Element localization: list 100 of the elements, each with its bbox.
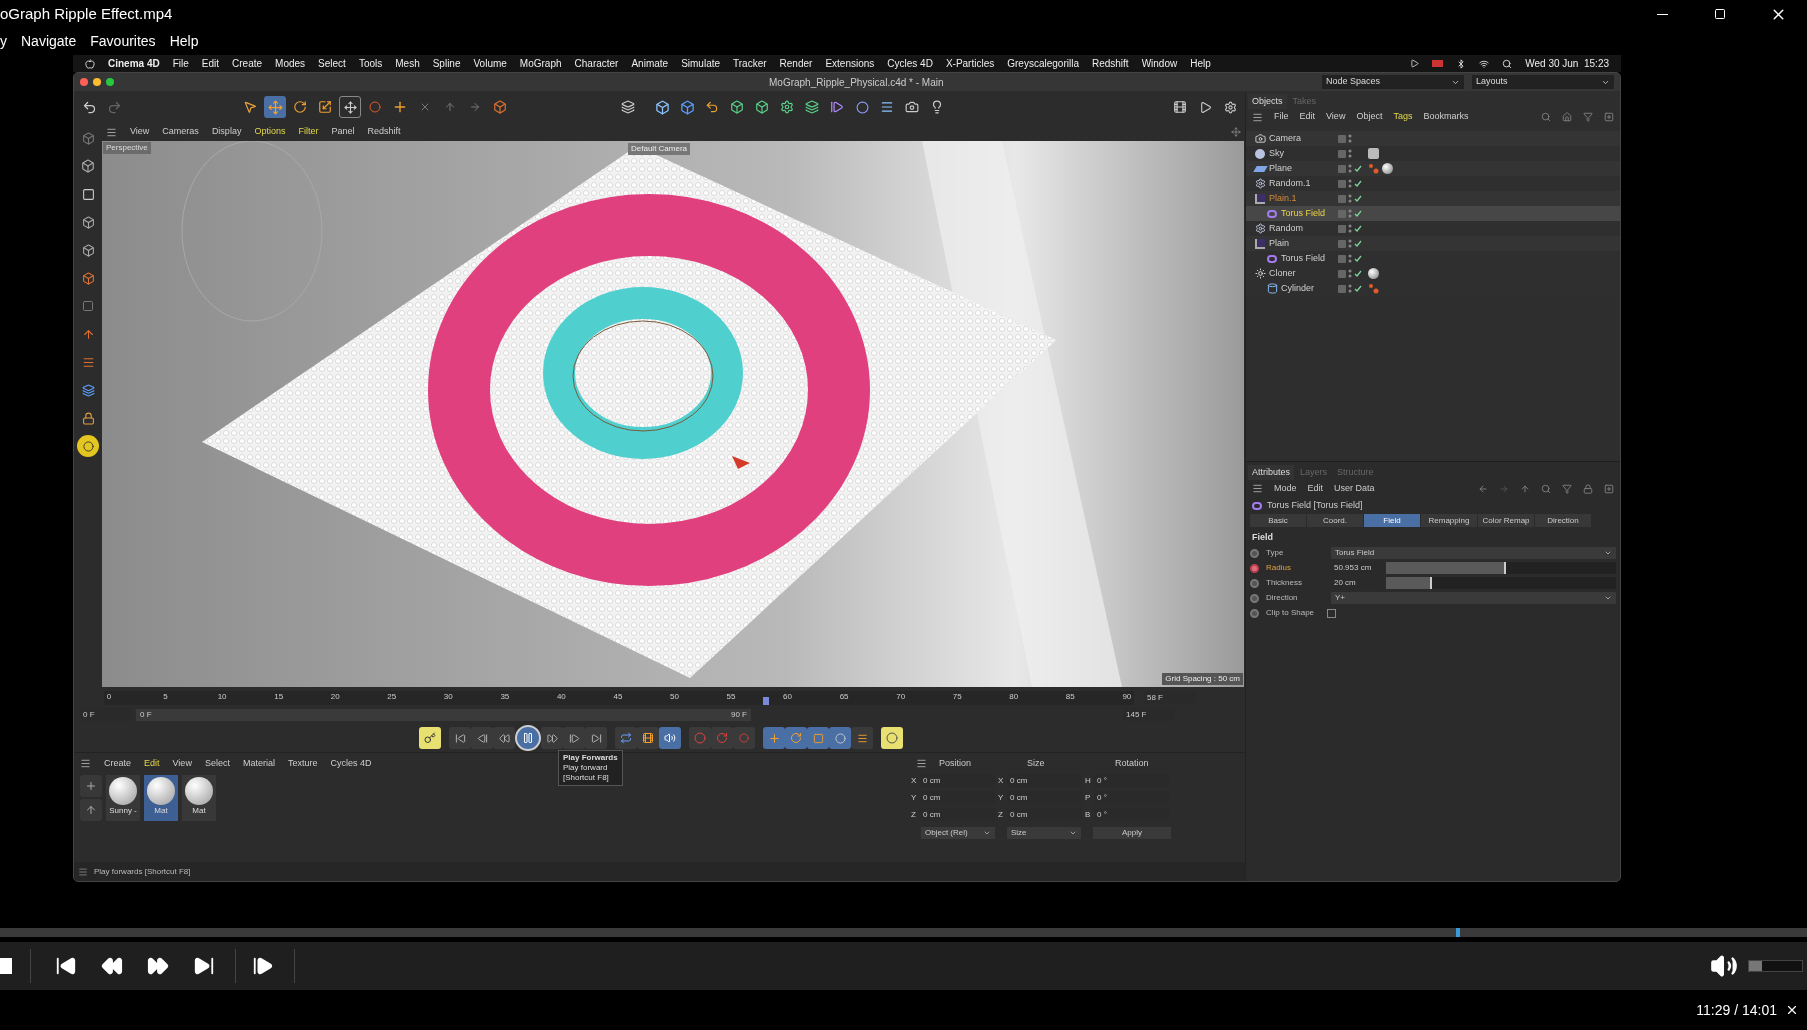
menu-item[interactable]: Tracker	[733, 56, 767, 71]
menu-item[interactable]: Tools	[358, 56, 383, 71]
panel-tab[interactable]: Attributes	[1248, 465, 1295, 480]
time-display: 11:29 / 14:01	[1696, 1000, 1777, 1020]
parameter-dropdown[interactable]: Y+	[1331, 592, 1616, 604]
attribute-tab[interactable]: Remapping	[1421, 514, 1477, 527]
menu-item[interactable]: X-Particles	[945, 56, 995, 71]
tick-label: 65	[839, 690, 850, 703]
menu-item[interactable]: Cycles 4D	[330, 757, 372, 771]
app-menu[interactable]: Cinema 4D	[108, 56, 160, 71]
size-mode-dropdown[interactable]: Size	[1007, 826, 1081, 839]
menu-item[interactable]: Options	[254, 125, 286, 139]
menu-item[interactable]: Redshift	[1091, 56, 1129, 71]
menu-item[interactable]: Tags	[1393, 110, 1413, 124]
menu-item[interactable]: Spline	[432, 56, 461, 71]
tick-label: 55	[726, 690, 736, 703]
menu-item[interactable]: Simulate	[681, 56, 721, 71]
parameter-label: Type	[1265, 547, 1285, 559]
object-row[interactable]: Camera	[1246, 131, 1620, 146]
tick-label: 35	[499, 690, 510, 703]
document-title: MoGraph_Ripple_Physical.c4d * - Main	[769, 75, 944, 90]
column-header: Size	[1026, 757, 1046, 770]
column-header: Position	[938, 757, 973, 770]
menu-item[interactable]: View	[1326, 110, 1346, 124]
menu-item[interactable]: Volume	[473, 56, 507, 71]
material-swatch[interactable]: Mat	[144, 774, 178, 821]
menu-item[interactable]: Modes	[275, 56, 306, 71]
menu-item[interactable]: Display	[211, 125, 242, 139]
status-text: Play forwards [Shortcut F8]	[94, 865, 191, 878]
attribute-tab[interactable]: Coord.	[1307, 514, 1363, 527]
menu-item[interactable]: View	[130, 125, 150, 139]
menu-item[interactable]: Extensions	[825, 56, 875, 71]
object-name: Torus Field	[1281, 206, 1325, 220]
menu-item[interactable]: Help	[169, 31, 199, 52]
menu-item[interactable]: Mesh	[395, 56, 420, 71]
menu-item[interactable]: Cameras	[162, 125, 199, 139]
menu-item[interactable]: Edit	[1307, 481, 1324, 496]
menu-item[interactable]: Edit	[144, 757, 160, 771]
section-title: Field	[1251, 531, 1274, 544]
menu-item[interactable]: MoGraph	[519, 56, 562, 71]
menu-item[interactable]: Bookmarks	[1423, 110, 1469, 124]
object-name: Torus Field	[1281, 251, 1325, 265]
coordinate-mode-dropdown[interactable]: Object (Rel)	[921, 826, 995, 839]
attribute-tab[interactable]: Direction	[1535, 514, 1591, 527]
menu-item[interactable]: Character	[574, 56, 619, 71]
menu-item[interactable]: Object	[1356, 110, 1383, 124]
node-spaces-dropdown[interactable]: Node Spaces	[1322, 75, 1464, 89]
object-name: Sky	[1269, 146, 1284, 160]
menu-item[interactable]: Favourites	[90, 31, 156, 52]
timeline-ruler[interactable]: 0 5 10 15 20 25 30 35 40 45 50 55 60 65 70 75 80 85 90	[104, 690, 1134, 705]
menu-item[interactable]: Greyscalegorilla	[1007, 56, 1079, 71]
object-row[interactable]: Plain.1	[1246, 191, 1620, 206]
tick-label: 0	[105, 690, 113, 703]
camera-label: Default Camera	[628, 143, 691, 155]
menu-item[interactable]: Create	[232, 56, 263, 71]
menu-item[interactable]: Material	[242, 757, 275, 771]
menu-item[interactable]: Mode	[1274, 481, 1297, 496]
tick-label: 80	[1008, 690, 1019, 703]
axis-label: X	[998, 774, 1004, 787]
menu-item[interactable]: User Data	[1334, 481, 1375, 496]
menu-item[interactable]: Edit	[201, 56, 220, 71]
layouts-dropdown[interactable]: Layouts	[1472, 75, 1614, 89]
material-swatch[interactable]: Mat	[182, 774, 216, 821]
menu-item[interactable]: Navigate	[21, 31, 77, 52]
tooltip-title: Play Forwards	[563, 753, 618, 763]
tick-label: 90	[1121, 690, 1132, 703]
menu-item[interactable]: Window	[1141, 56, 1178, 71]
attribute-tab[interactable]: Color Remap	[1478, 514, 1534, 527]
menu-item[interactable]: Create	[104, 757, 131, 771]
menu-item[interactable]: Cycles 4D	[887, 56, 933, 71]
menu-item[interactable]: Select	[318, 56, 346, 71]
menu-item[interactable]: Edit	[1299, 110, 1316, 124]
tick-label: 40	[556, 690, 567, 703]
attribute-tab[interactable]: Basic	[1250, 514, 1306, 527]
tick-label: 15	[273, 690, 284, 703]
menu-item[interactable]: File	[1274, 110, 1289, 124]
object-row[interactable]: Plain	[1246, 236, 1620, 251]
menu-item[interactable]: Panel	[331, 125, 355, 139]
menu-item[interactable]: Select	[204, 757, 230, 771]
range-bar[interactable]: 0 F 90 F	[136, 708, 751, 721]
menu-item[interactable]: Render	[779, 56, 813, 71]
parameter-dropdown[interactable]: Torus Field	[1331, 547, 1616, 559]
menu-item[interactable]: Texture	[287, 757, 318, 771]
tick-label: 50	[669, 690, 680, 703]
panel-tab[interactable]: Objects	[1248, 94, 1287, 109]
material-swatch[interactable]: Sunny -	[106, 774, 140, 821]
attribute-tab[interactable]: Field	[1364, 514, 1420, 527]
material-name: Mat	[192, 804, 206, 817]
menu-item[interactable]: File	[172, 56, 189, 71]
parameter-label: Radius	[1265, 562, 1292, 574]
menu-item[interactable]: View	[172, 757, 192, 771]
menu-item[interactable]: Animate	[631, 56, 669, 71]
menu-item[interactable]: Help	[1190, 56, 1211, 71]
menu-item[interactable]: Filter	[298, 125, 319, 139]
menu-item[interactable]: Redshift	[367, 125, 401, 139]
object-row[interactable]: Plane	[1246, 161, 1620, 176]
parameter-label: Clip to Shape	[1265, 607, 1316, 619]
menu-item[interactable]: y	[0, 31, 7, 52]
apply-button[interactable]: Apply	[1093, 826, 1171, 839]
object-row[interactable]: Torus Field	[1246, 206, 1620, 221]
